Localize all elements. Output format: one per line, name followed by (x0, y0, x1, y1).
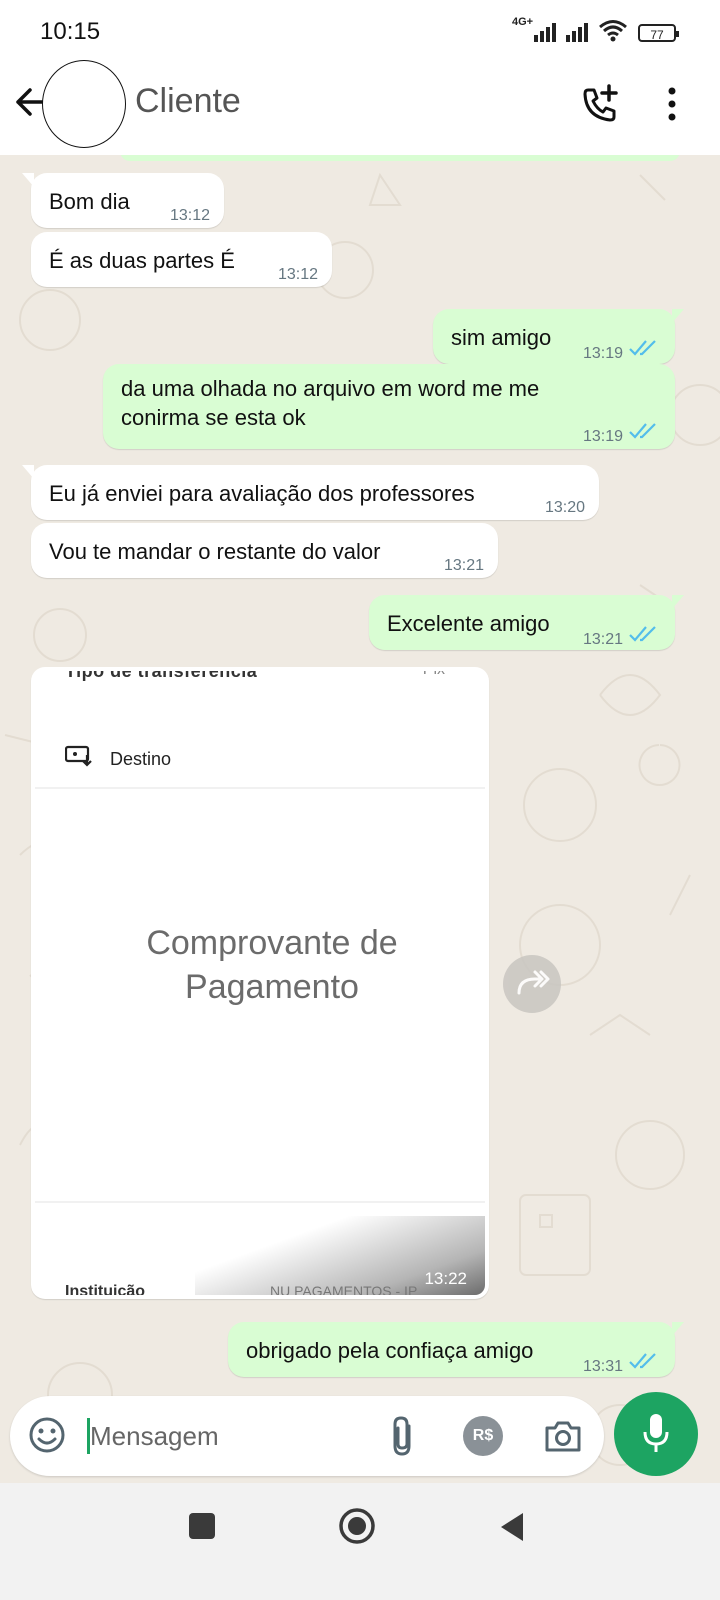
signal-4g-icon: 4G+ (512, 16, 556, 42)
receipt-destination-label: Destino (110, 749, 172, 769)
outgoing-message[interactable]: obrigado pela confiaça amigo 13:31 (228, 1322, 684, 1377)
receipt-institution-label: Instituição (65, 1283, 146, 1295)
recents-button[interactable] (189, 1513, 215, 1539)
microphone-icon (643, 1414, 669, 1452)
outgoing-message[interactable]: Excelente amigo 13:21 (369, 595, 684, 650)
voice-message-button[interactable] (614, 1392, 698, 1476)
message-input[interactable] (90, 1414, 370, 1458)
message-time: 13:22 (424, 1269, 467, 1288)
contact-avatar[interactable] (42, 60, 126, 148)
message-text: obrigado pela confiaça amigo (246, 1338, 534, 1363)
message-time: 13:21 (582, 631, 623, 648)
message-time: 13:21 (443, 557, 484, 574)
system-navigation-bar (0, 1483, 720, 1600)
add-call-icon[interactable] (580, 84, 620, 124)
outgoing-message[interactable]: da uma olhada no arquivo em word me me c… (103, 364, 675, 449)
status-bar: 10:15 4G+ 77 (0, 0, 720, 60)
contact-name[interactable]: Cliente (135, 82, 241, 121)
message-text: Bom dia (49, 189, 130, 214)
message-text: sim amigo (451, 325, 552, 350)
receipt-transfer-type-label: Tipo de transferência (65, 671, 258, 681)
message-text: da uma olhada no arquivo em word me me (121, 376, 540, 401)
incoming-message[interactable]: É as duas partes É 13:12 (31, 232, 332, 287)
attach-icon[interactable] (385, 1414, 421, 1458)
payment-receipt-image[interactable]: Tipo de transferência Pix Destino Compro… (35, 671, 485, 1295)
message-time: 13:31 (582, 1358, 623, 1375)
message-text: conirma se esta ok (121, 405, 306, 430)
message-text: Eu já enviei para avaliação dos professo… (49, 481, 475, 506)
message-time: 13:20 (544, 499, 585, 516)
network-type-label: 4G+ (512, 16, 534, 28)
chat-header: Cliente (0, 60, 720, 155)
image-caption: Comprovante de Pagamento (35, 921, 485, 1009)
incoming-message[interactable]: Eu já enviei para avaliação dos professo… (22, 465, 599, 520)
receipt-institution-value: NU PAGAMENTOS - IP (270, 1283, 418, 1295)
message-time: 13:12 (169, 207, 210, 224)
status-icons: 4G+ 77 (512, 16, 679, 42)
receipt-divider (35, 1201, 485, 1203)
read-ticks-icon (629, 1353, 656, 1369)
status-time: 10:15 (40, 18, 101, 45)
receipt-transfer-type-value: Pix (423, 671, 445, 679)
more-options-icon[interactable] (665, 86, 679, 122)
signal-icon (566, 20, 588, 42)
chat-area[interactable]: Bom dia 13:12 É as duas partes É 13:12 s… (0, 155, 720, 1483)
message-text: Excelente amigo (387, 611, 550, 636)
image-caption-line: Comprovante de (146, 924, 398, 962)
image-caption-line: Pagamento (185, 968, 359, 1006)
image-message[interactable]: Tipo de transferência Pix Destino Compro… (31, 667, 489, 1299)
camera-icon[interactable] (543, 1416, 583, 1456)
destination-icon (65, 745, 92, 767)
read-ticks-icon (629, 423, 656, 439)
message-time: 13:12 (277, 266, 318, 283)
forward-button[interactable] (503, 955, 561, 1013)
forward-icon (517, 970, 550, 995)
home-button[interactable] (338, 1507, 376, 1545)
message-composer: R$ (10, 1396, 604, 1476)
outgoing-message[interactable]: sim amigo 13:19 (433, 309, 684, 364)
previous-message-edge (120, 155, 680, 161)
emoji-icon[interactable] (28, 1416, 66, 1454)
incoming-message[interactable]: Vou te mandar o restante do valor 13:21 (31, 523, 498, 578)
message-text: É as duas partes É (49, 248, 235, 273)
system-back-button[interactable] (497, 1510, 527, 1544)
read-ticks-icon (629, 340, 656, 356)
battery-indicator: 77 (638, 24, 679, 42)
read-ticks-icon (629, 626, 656, 642)
message-text: Vou te mandar o restante do valor (49, 539, 381, 564)
message-time: 13:19 (582, 428, 623, 445)
receipt-divider (35, 787, 485, 789)
payment-icon[interactable]: R$ (463, 1416, 503, 1456)
wifi-icon (599, 20, 627, 42)
incoming-message[interactable]: Bom dia 13:12 (22, 173, 224, 228)
